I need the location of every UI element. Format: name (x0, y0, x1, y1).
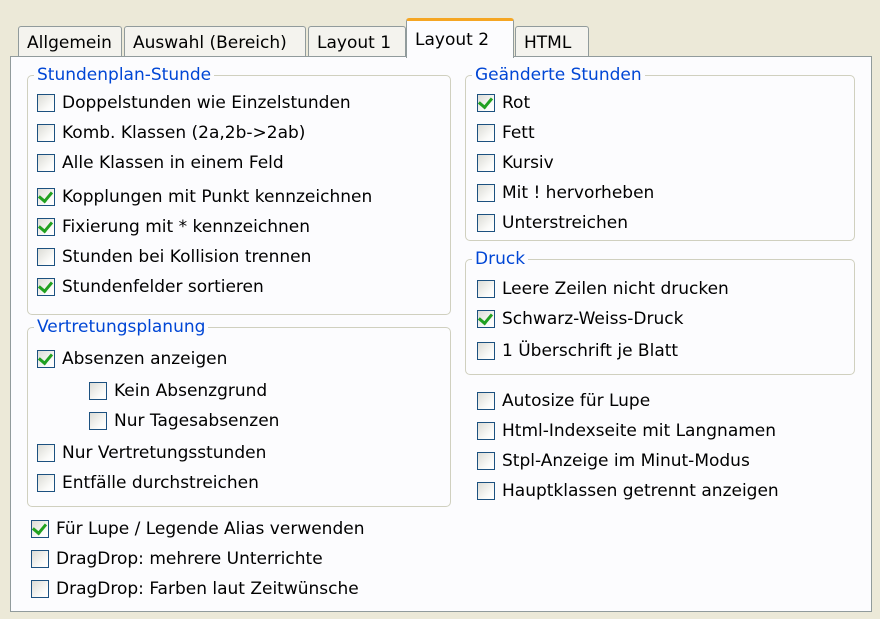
checkbox-box[interactable] (477, 214, 495, 232)
checkbox-label: Kein Absenzgrund (114, 381, 268, 401)
checkbox-label: Für Lupe / Legende Alias verwenden (56, 519, 365, 539)
checkbox-label: Kopplungen mit Punkt kennzeichnen (62, 187, 373, 207)
checkbox-label: Nur Vertretungsstunden (62, 443, 267, 463)
tab-auswahl[interactable]: Auswahl (Bereich) (124, 26, 306, 56)
checkbox-box[interactable] (37, 248, 55, 266)
checkbox-label: Stpl-Anzeige im Minut-Modus (502, 451, 750, 471)
checkbox-box[interactable] (477, 93, 495, 112)
checkbox-fixierung[interactable]: Fixierung mit * kennzeichnen (37, 215, 310, 239)
checkbox-box[interactable] (37, 217, 55, 236)
checkbox-label: Autosize für Lupe (502, 391, 651, 411)
checkbox-label: Hauptklassen getrennt anzeigen (502, 481, 779, 501)
group-title: Vertretungsplanung (34, 316, 209, 338)
checkbox-label: Komb. Klassen (2a,2b->2ab) (62, 123, 306, 143)
checkbox-box[interactable] (37, 94, 55, 112)
checkbox-box[interactable] (37, 349, 55, 368)
checkbox-box[interactable] (31, 519, 49, 538)
checkbox-stundenfelder[interactable]: Stundenfelder sortieren (37, 275, 264, 299)
checkbox-box[interactable] (477, 422, 495, 440)
checkbox-kein-absenzgrund[interactable]: Kein Absenzgrund (89, 379, 267, 403)
checkbox-label: Doppelstunden wie Einzelstunden (62, 93, 351, 113)
checkbox-label: Rot (502, 93, 531, 113)
checkbox-autosize-lupe[interactable]: Autosize für Lupe (477, 389, 650, 413)
checkbox-label: DragDrop: mehrere Unterrichte (56, 549, 323, 569)
checkmark-icon (477, 93, 494, 110)
tab-html[interactable]: HTML (515, 26, 589, 56)
checkbox-box[interactable] (477, 452, 495, 470)
checkbox-dragdrop-farben[interactable]: DragDrop: Farben laut Zeitwünsche (31, 577, 359, 601)
checkbox-label: Unterstreichen (502, 213, 629, 233)
tab-layout-1[interactable]: Layout 1 (308, 26, 406, 56)
checkbox-fett[interactable]: Fett (477, 121, 535, 145)
checkbox-box[interactable] (477, 280, 495, 298)
checkbox-nur-vertretungsstunden[interactable]: Nur Vertretungsstunden (37, 441, 266, 465)
checkbox-label: Schwarz-Weiss-Druck (502, 309, 684, 329)
checkbox-box[interactable] (31, 550, 49, 568)
checkbox-label: Nur Tagesabsenzen (114, 411, 280, 431)
checkmark-icon (37, 187, 54, 204)
checkbox-box[interactable] (31, 580, 49, 598)
checkmark-icon (37, 277, 54, 294)
checkbox-box[interactable] (37, 124, 55, 142)
checkbox-box[interactable] (37, 474, 55, 492)
checkbox-box[interactable] (477, 124, 495, 142)
checkmark-icon (477, 309, 494, 326)
checkbox-ueberschrift[interactable]: 1 Überschrift je Blatt (477, 339, 678, 363)
checkmark-icon (37, 217, 54, 234)
checkbox-entfaelle[interactable]: Entfälle durchstreichen (37, 471, 259, 495)
checkbox-hauptklassen[interactable]: Hauptklassen getrennt anzeigen (477, 479, 779, 503)
checkbox-box[interactable] (477, 392, 495, 410)
checkbox-label: Fett (502, 123, 535, 143)
checkbox-absenzen[interactable]: Absenzen anzeigen (37, 347, 227, 371)
checkbox-dragdrop-unterrichte[interactable]: DragDrop: mehrere Unterrichte (31, 547, 323, 571)
checkbox-rot[interactable]: Rot (477, 91, 530, 115)
checkbox-label: DragDrop: Farben laut Zeitwünsche (56, 579, 359, 599)
checkbox-box[interactable] (37, 187, 55, 206)
group-title: Geänderte Stunden (472, 64, 645, 86)
checkbox-label: Alle Klassen in einem Feld (62, 153, 284, 173)
checkbox-box[interactable] (89, 382, 107, 400)
checkbox-label: Absenzen anzeigen (62, 349, 228, 369)
checkbox-nur-tagesabsenzen[interactable]: Nur Tagesabsenzen (89, 409, 279, 433)
checkbox-label: Leere Zeilen nicht drucken (502, 279, 729, 299)
checkbox-komb-klassen[interactable]: Komb. Klassen (2a,2b->2ab) (37, 121, 305, 145)
checkbox-schwarz-weiss[interactable]: Schwarz-Weiss-Druck (477, 307, 683, 331)
checkbox-doppelstunden[interactable]: Doppelstunden wie Einzelstunden (37, 91, 351, 115)
checkbox-label: Fixierung mit * kennzeichnen (62, 217, 310, 237)
checkbox-label: Stundenfelder sortieren (62, 277, 264, 297)
checkbox-label: Mit ! hervorheben (502, 183, 655, 203)
checkbox-label: Html-Indexseite mit Langnamen (502, 421, 777, 441)
tab-allgemein[interactable]: Allgemein (18, 26, 122, 56)
checkbox-kollision[interactable]: Stunden bei Kollision trennen (37, 245, 311, 269)
group-title: Druck (472, 248, 529, 270)
tab-panel-layout-2: Stundenplan-Stunde Doppelstunden wie Ein… (10, 56, 872, 612)
checkbox-box[interactable] (477, 482, 495, 500)
checkbox-html-indexseite[interactable]: Html-Indexseite mit Langnamen (477, 419, 776, 443)
checkbox-label: Stunden bei Kollision trennen (62, 247, 312, 267)
checkbox-box[interactable] (37, 277, 55, 296)
checkbox-unterstreichen[interactable]: Unterstreichen (477, 211, 628, 235)
checkbox-lupe-alias[interactable]: Für Lupe / Legende Alias verwenden (31, 517, 364, 541)
checkbox-label: Entfälle durchstreichen (62, 473, 259, 493)
checkbox-leere-zeilen[interactable]: Leere Zeilen nicht drucken (477, 277, 729, 301)
checkbox-box[interactable] (89, 412, 107, 430)
checkbox-hervorheben[interactable]: Mit ! hervorheben (477, 181, 654, 205)
checkbox-kopplungen[interactable]: Kopplungen mit Punkt kennzeichnen (37, 185, 372, 209)
checkbox-box[interactable] (477, 342, 495, 360)
checkbox-box[interactable] (477, 184, 495, 202)
group-title: Stundenplan-Stunde (34, 64, 215, 86)
checkbox-box[interactable] (37, 154, 55, 172)
checkbox-box[interactable] (37, 444, 55, 462)
checkbox-label: Kursiv (502, 153, 554, 173)
checkbox-stpl-anzeige[interactable]: Stpl-Anzeige im Minut-Modus (477, 449, 750, 473)
checkbox-kursiv[interactable]: Kursiv (477, 151, 554, 175)
checkbox-box[interactable] (477, 309, 495, 328)
checkbox-box[interactable] (477, 154, 495, 172)
tab-layout-2[interactable]: Layout 2 (406, 18, 514, 58)
checkmark-icon (37, 349, 54, 366)
checkbox-alle-klassen[interactable]: Alle Klassen in einem Feld (37, 151, 284, 175)
checkmark-icon (31, 519, 48, 536)
checkbox-label: 1 Überschrift je Blatt (502, 341, 679, 361)
